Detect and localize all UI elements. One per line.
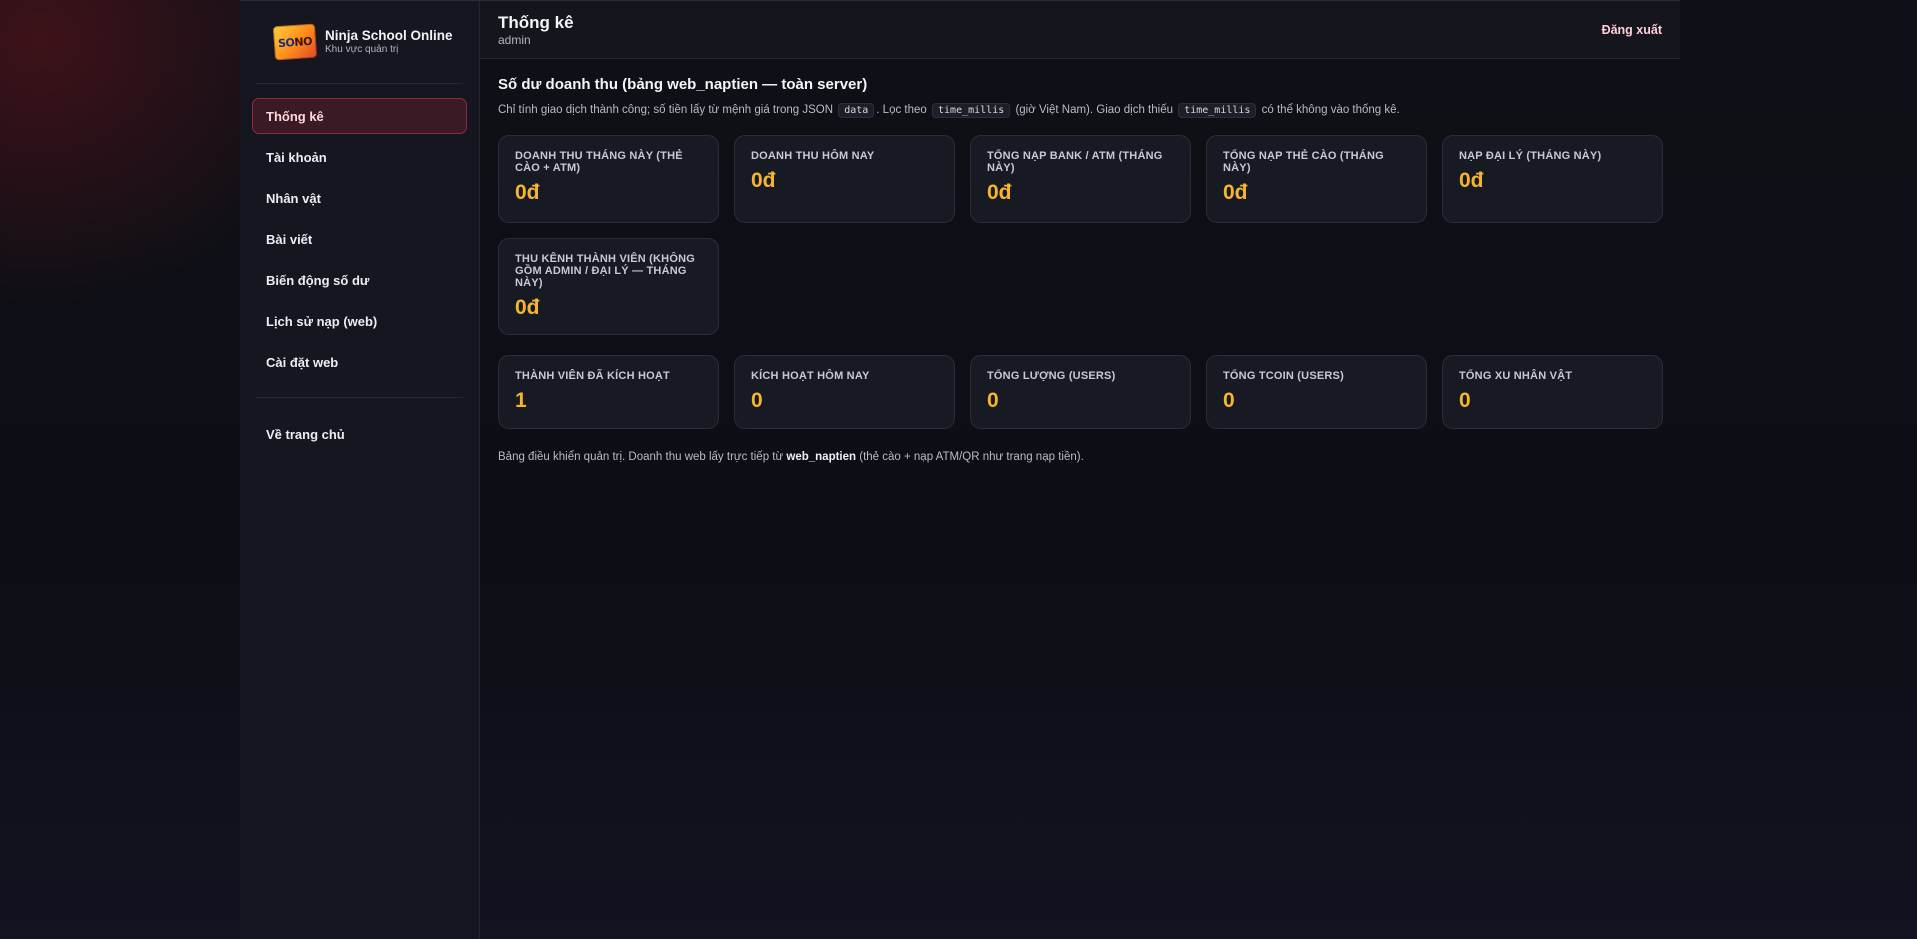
sidebar-nav: Thống kê Tài khoản Nhân vật Bài viết Biế… [252, 84, 467, 452]
section-title: Số dư doanh thu (bảng web_naptien — toàn… [498, 76, 868, 93]
desc-text: . Lọc theo [876, 104, 927, 116]
stat-label: Tổng nạp bank / ATM (tháng này) [987, 150, 1163, 174]
stat-card: Tổng nạp bank / ATM (tháng này) 0đ [970, 135, 1191, 223]
stat-label: Thu kênh thành viên (không gồm admin / đ… [515, 253, 695, 289]
desc-text: (giờ Việt Nam). Giao dịch thiếu [1015, 104, 1173, 116]
stat-card: Tổng tcoin (users) 0 [1206, 355, 1427, 429]
stat-card: Tổng xu nhân vật 0 [1442, 355, 1663, 429]
sidebar-item-cai-dat-web[interactable]: Cài đặt web [252, 344, 467, 380]
stat-label: Tổng lượng (users) [987, 370, 1116, 382]
footnote: Bảng điều khiển quản trị. Doanh thu web … [498, 451, 1662, 463]
sidebar-item-bien-dong-so-du[interactable]: Biến động số dư [252, 262, 467, 298]
sidebar-divider [256, 397, 463, 398]
stat-label: Doanh thu hôm nay [751, 150, 875, 162]
stat-label: Tổng nạp thẻ cào (tháng này) [1223, 150, 1384, 174]
stat-value: 0đ [515, 296, 540, 319]
page-title: Thống kê [498, 12, 574, 32]
logout-link[interactable]: Đăng xuất [1602, 23, 1662, 37]
stat-value: 0 [751, 389, 763, 412]
stat-value: 1 [515, 389, 527, 412]
stat-value: 0đ [1223, 181, 1248, 204]
logo-icon: SO NO [272, 23, 318, 61]
footnote-table-name: web_naptien [786, 451, 857, 463]
stat-value: 0đ [751, 169, 776, 192]
stat-label: Kích hoạt hôm nay [751, 370, 870, 382]
stat-card: Tổng nạp thẻ cào (tháng này) 0đ [1206, 135, 1427, 223]
app-shell: SO NO Ninja School Online Khu vực quản tr… [240, 0, 1680, 939]
stat-card: Thành viên đã kích hoạt 1 [498, 355, 719, 429]
stat-label: Tổng tcoin (users) [1223, 370, 1344, 382]
stat-value: 0 [1223, 389, 1235, 412]
sidebar-item-bai-viet[interactable]: Bài viết [252, 221, 467, 257]
brand-title: Ninja School Online [325, 28, 453, 43]
revenue-stats-grid: Doanh thu tháng này (thẻ cào + ATM) 0đ D… [498, 135, 1663, 335]
stat-card: Nạp đại lý (tháng này) 0đ [1442, 135, 1663, 223]
code-data: data [838, 103, 875, 118]
sidebar: SO NO Ninja School Online Khu vực quản tr… [240, 0, 480, 939]
sidebar-item-thong-ke[interactable]: Thống kê [252, 98, 467, 134]
topbar: Thống kê admin Đăng xuất [480, 0, 1680, 59]
stat-card: Thu kênh thành viên (không gồm admin / đ… [498, 238, 719, 335]
user-stats-grid: Thành viên đã kích hoạt 1 Kích hoạt hôm … [498, 355, 1663, 429]
stat-card: Doanh thu tháng này (thẻ cào + ATM) 0đ [498, 135, 719, 223]
desc-text: Chỉ tính giao dịch thành công; số tiền l… [498, 104, 833, 116]
sidebar-item-nhan-vat[interactable]: Nhân vật [252, 180, 467, 216]
stat-label: Tổng xu nhân vật [1459, 370, 1573, 382]
main-panel: Thống kê admin Đăng xuất Số dư doanh thu… [480, 0, 1680, 939]
sidebar-item-lich-su-nap[interactable]: Lịch sử nạp (web) [252, 303, 467, 339]
stat-value: 0đ [515, 181, 540, 204]
sidebar-item-home[interactable]: Về trang chủ [252, 416, 467, 452]
stat-label: Doanh thu tháng này (thẻ cào + ATM) [515, 150, 683, 174]
section-description: Chỉ tính giao dịch thành công; số tiền l… [498, 101, 1418, 120]
stat-label: Thành viên đã kích hoạt [515, 370, 670, 382]
stat-card: Tổng lượng (users) 0 [970, 355, 1191, 429]
desc-text: có thể không vào thống kê. [1261, 104, 1400, 116]
footnote-text: Bảng điều khiển quản trị. Doanh thu web … [498, 451, 784, 463]
stat-value: 0 [1459, 389, 1471, 412]
stat-card: Kích hoạt hôm nay 0 [734, 355, 955, 429]
stat-card: Doanh thu hôm nay 0đ [734, 135, 955, 223]
sidebar-item-tai-khoan[interactable]: Tài khoản [252, 139, 467, 175]
stat-label: Nạp đại lý (tháng này) [1459, 150, 1602, 162]
stat-value: 0đ [1459, 169, 1484, 192]
footnote-text: (thẻ cào + nạp ATM/QR như trang nạp tiền… [859, 451, 1084, 463]
code-time-millis: time_millis [932, 103, 1011, 118]
brand-subtitle: Khu vực quản trị [325, 44, 399, 55]
stat-value: 0đ [987, 181, 1012, 204]
brand-text: Ninja School Online Khu vực quản trị [325, 28, 453, 56]
code-time-millis: time_millis [1178, 103, 1257, 118]
page-heading: Thống kê admin [498, 13, 574, 47]
stat-value: 0 [987, 389, 999, 412]
brand[interactable]: SO NO Ninja School Online Khu vực quản tr… [256, 1, 463, 84]
content: Số dư doanh thu (bảng web_naptien — toàn… [480, 59, 1680, 481]
current-user: admin [498, 32, 531, 47]
